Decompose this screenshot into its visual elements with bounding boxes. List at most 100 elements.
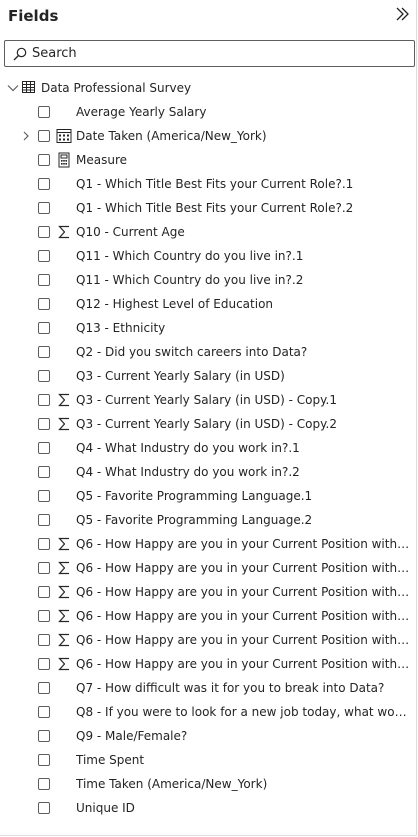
field-checkbox[interactable] [38,706,50,718]
field-checkbox[interactable] [38,802,50,814]
field-label: Q6 - How Happy are you in your Current P… [76,537,411,551]
sigma-icon [58,417,69,431]
field-row[interactable]: Q3 - Current Yearly Salary (in USD) - Co… [0,389,417,411]
calendar-icon [56,129,72,143]
field-label: Q6 - How Happy are you in your Current P… [76,609,411,623]
sigma-icon [58,633,69,647]
field-label: Q6 - How Happy are you in your Current P… [76,633,411,647]
search-input[interactable] [32,43,402,64]
sigma-icon [58,537,69,551]
field-checkbox[interactable] [38,730,50,742]
field-checkbox[interactable] [38,538,50,550]
field-label: Average Yearly Salary [76,105,207,119]
field-row[interactable]: Measure [0,149,417,171]
field-checkbox[interactable] [38,298,50,310]
field-row[interactable]: Q11 - Which Country do you live in?.1 [0,245,417,267]
chevron-right-icon[interactable] [22,131,30,141]
sigma-icon [58,393,69,407]
calculator-icon [58,152,70,168]
field-row[interactable]: Time Spent [0,749,417,771]
field-label: Q4 - What Industry do you work in?.2 [76,465,300,479]
field-checkbox[interactable] [38,490,50,502]
search-icon [13,47,27,61]
double-chevron-right-icon[interactable] [394,6,410,22]
field-row[interactable]: Q1 - Which Title Best Fits your Current … [0,173,417,195]
field-label: Q6 - How Happy are you in your Current P… [76,657,411,671]
field-row[interactable]: Q4 - What Industry do you work in?.1 [0,437,417,459]
sigma-icon [58,609,69,623]
field-row[interactable]: Q6 - How Happy are you in your Current P… [0,605,417,627]
field-label: Q11 - Which Country do you live in?.2 [76,273,304,287]
field-row[interactable]: Q6 - How Happy are you in your Current P… [0,629,417,651]
field-label: Q12 - Highest Level of Education [76,297,274,311]
field-row[interactable]: Time Taken (America/New_York) [0,773,417,795]
field-checkbox[interactable] [38,274,50,286]
field-label: Time Taken (America/New_York) [76,777,268,791]
field-checkbox[interactable] [38,154,50,166]
field-label: Q13 - Ethnicity [76,321,166,335]
field-checkbox[interactable] [38,562,50,574]
sigma-icon [58,585,69,599]
field-row[interactable]: Q6 - How Happy are you in your Current P… [0,581,417,603]
field-checkbox[interactable] [38,514,50,526]
chevron-down-icon[interactable] [7,82,19,94]
field-label: Time Spent [76,753,145,767]
field-label: Q2 - Did you switch careers into Data? [76,345,308,359]
field-row[interactable]: Q9 - Male/Female? [0,725,417,747]
field-checkbox[interactable] [38,610,50,622]
field-row[interactable]: Average Yearly Salary [0,101,417,123]
field-checkbox[interactable] [38,178,50,190]
fields-pane: Fields Data Professional Survey Average … [0,0,417,836]
field-checkbox[interactable] [38,130,50,142]
field-row[interactable]: Q10 - Current Age [0,221,417,243]
field-checkbox[interactable] [38,106,50,118]
field-label: Q10 - Current Age [76,225,185,239]
field-checkbox[interactable] [38,442,50,454]
field-row[interactable]: Q4 - What Industry do you work in?.2 [0,461,417,483]
field-checkbox[interactable] [38,586,50,598]
field-row[interactable]: Q6 - How Happy are you in your Current P… [0,653,417,675]
field-checkbox[interactable] [38,202,50,214]
field-row[interactable]: Q6 - How Happy are you in your Current P… [0,557,417,579]
field-row[interactable]: Q11 - Which Country do you live in?.2 [0,269,417,291]
field-row[interactable]: Q8 - If you were to look for a new job t… [0,701,417,723]
field-label: Q5 - Favorite Programming Language.1 [76,489,313,503]
field-checkbox[interactable] [38,250,50,262]
pane-title: Fields [8,7,59,25]
field-label: Q11 - Which Country do you live in?.1 [76,249,304,263]
table-node[interactable]: Data Professional Survey [0,77,417,99]
field-row[interactable]: Q6 - How Happy are you in your Current P… [0,533,417,555]
sigma-icon [58,225,69,239]
field-row[interactable]: Q5 - Favorite Programming Language.1 [0,485,417,507]
field-row[interactable]: Q2 - Did you switch careers into Data? [0,341,417,363]
field-label: Q5 - Favorite Programming Language.2 [76,513,313,527]
field-checkbox[interactable] [38,778,50,790]
field-row[interactable]: Q12 - Highest Level of Education [0,293,417,315]
search-box[interactable] [4,40,415,67]
field-row[interactable]: Q3 - Current Yearly Salary (in USD) - Co… [0,413,417,435]
field-label: Unique ID [76,801,135,815]
field-checkbox[interactable] [38,394,50,406]
field-checkbox[interactable] [38,682,50,694]
field-checkbox[interactable] [38,658,50,670]
field-row[interactable]: Date Taken (America/New_York) [0,125,417,147]
field-label: Q1 - Which Title Best Fits your Current … [76,177,354,191]
field-row[interactable]: Q7 - How difficult was it for you to bre… [0,677,417,699]
sigma-icon [58,657,69,671]
field-checkbox[interactable] [38,754,50,766]
field-row[interactable]: Q13 - Ethnicity [0,317,417,339]
field-row[interactable]: Q1 - Which Title Best Fits your Current … [0,197,417,219]
field-label: Date Taken (America/New_York) [76,129,267,143]
field-checkbox[interactable] [38,466,50,478]
field-checkbox[interactable] [38,226,50,238]
field-row[interactable]: Unique ID [0,797,417,819]
field-label: Measure [76,153,127,167]
field-row[interactable]: Q3 - Current Yearly Salary (in USD) [0,365,417,387]
field-checkbox[interactable] [38,322,50,334]
field-label: Q6 - How Happy are you in your Current P… [76,585,411,599]
field-checkbox[interactable] [38,346,50,358]
field-checkbox[interactable] [38,418,50,430]
field-checkbox[interactable] [38,370,50,382]
field-row[interactable]: Q5 - Favorite Programming Language.2 [0,509,417,531]
field-checkbox[interactable] [38,634,50,646]
